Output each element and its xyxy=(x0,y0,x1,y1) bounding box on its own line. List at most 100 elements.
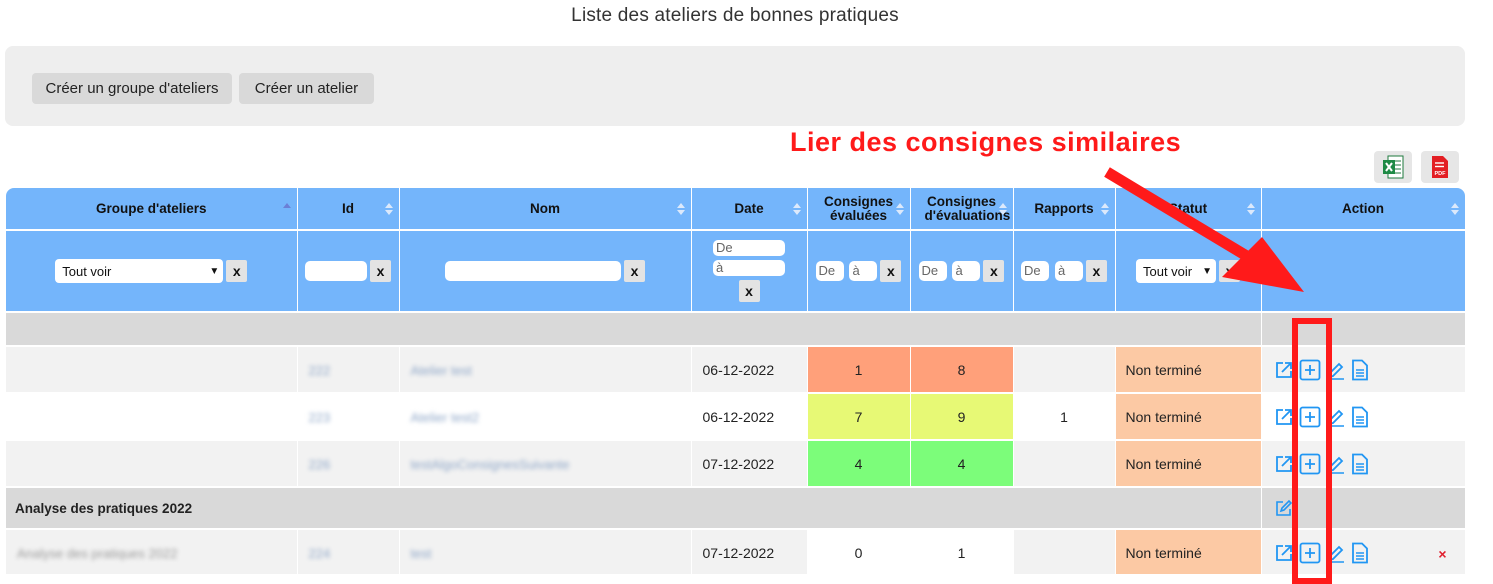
group-label: Analyse des pratiques 2022 xyxy=(6,487,1262,530)
rapports-to-input[interactable]: à xyxy=(1054,261,1083,281)
edit-group-icon[interactable] xyxy=(1274,498,1294,518)
document-icon[interactable] xyxy=(1351,542,1369,564)
sort-icon xyxy=(1246,203,1255,215)
filter-nom: x xyxy=(399,230,692,313)
col-header-id[interactable]: Id xyxy=(297,188,400,231)
edit-pencil-icon[interactable] xyxy=(1326,543,1346,563)
edit-pencil-icon[interactable] xyxy=(1326,454,1346,474)
cell-consignes-evaluees: 4 xyxy=(807,440,911,488)
col-header-nom[interactable]: Nom xyxy=(399,188,692,231)
cell-consignes-evaluees: 0 xyxy=(807,529,911,574)
col-header-groupe[interactable]: Groupe d'ateliers xyxy=(6,188,298,231)
open-external-icon[interactable] xyxy=(1274,407,1294,427)
annotation-label: Lier des consignes similaires xyxy=(790,127,1182,157)
sort-asc-icon xyxy=(282,203,291,208)
consignes-evaluations-from-input[interactable]: De xyxy=(918,261,947,281)
link-consignes-plus-icon[interactable] xyxy=(1299,359,1321,381)
edit-pencil-icon[interactable] xyxy=(1326,360,1346,380)
chevron-down-icon: ▼ xyxy=(209,265,220,277)
cell-id: 222 xyxy=(308,362,331,378)
col-header-consignes-evaluees[interactable]: Consignes évaluées xyxy=(807,188,911,231)
cell-consignes-evaluees: 7 xyxy=(807,393,911,441)
sort-icon xyxy=(1100,203,1109,215)
clear-id-filter-button[interactable]: x xyxy=(370,260,391,282)
link-consignes-plus-icon[interactable] xyxy=(1299,453,1321,475)
cell-nom: Atelier test xyxy=(410,362,472,378)
cell-actions xyxy=(1261,440,1465,488)
cell-id: 224 xyxy=(308,545,331,561)
cell-rapports xyxy=(1013,529,1116,574)
cell-nom: test xyxy=(410,545,432,561)
cell-actions xyxy=(1261,346,1465,394)
cell-statut: Non terminé xyxy=(1115,346,1262,394)
col-header-statut[interactable]: Statut xyxy=(1115,188,1262,231)
cell-groupe: Analyse des pratiques 2022 xyxy=(17,545,178,561)
sort-icon xyxy=(895,203,904,215)
col-header-consignes-evaluations[interactable]: Consignes d'évaluations xyxy=(910,188,1014,231)
filter-action xyxy=(1261,230,1465,313)
id-filter-input[interactable] xyxy=(305,261,367,281)
date-to-input[interactable]: à xyxy=(713,260,785,276)
excel-icon xyxy=(1383,155,1404,179)
edit-pencil-icon[interactable] xyxy=(1326,407,1346,427)
sort-icon xyxy=(1450,203,1459,215)
document-icon[interactable] xyxy=(1351,453,1369,475)
export-excel-button[interactable] xyxy=(1374,151,1412,183)
pdf-icon: PDF xyxy=(1432,156,1448,178)
table-row[interactable]: 223 Atelier test2 06-12-2022 7 9 1 Non t… xyxy=(6,393,1465,441)
open-external-icon[interactable] xyxy=(1274,360,1294,380)
cell-statut: Non terminé xyxy=(1115,393,1262,441)
filter-date: De à x xyxy=(691,230,808,313)
cell-date: 07-12-2022 xyxy=(691,440,808,488)
col-header-rapports[interactable]: Rapports xyxy=(1013,188,1116,231)
consignes-evaluees-from-input[interactable]: De xyxy=(815,261,844,281)
create-atelier-button[interactable]: Créer un atelier xyxy=(239,73,374,104)
cell-id: 223 xyxy=(308,409,331,425)
sort-icon xyxy=(384,203,393,215)
sort-icon xyxy=(998,203,1007,215)
groupe-filter-select[interactable]: Tout voir ▼ xyxy=(55,259,224,283)
date-from-input[interactable]: De xyxy=(713,240,785,256)
rapports-from-input[interactable]: De xyxy=(1021,261,1050,281)
clear-statut-filter-button[interactable]: x xyxy=(1219,260,1240,282)
open-external-icon[interactable] xyxy=(1274,454,1294,474)
filter-groupe: Tout voir ▼ x xyxy=(6,230,298,313)
nom-filter-input[interactable] xyxy=(445,261,621,281)
document-icon[interactable] xyxy=(1351,406,1369,428)
table-row[interactable]: 226 testAlgoConsignesSuivante 07-12-2022… xyxy=(6,440,1465,488)
link-consignes-plus-icon[interactable] xyxy=(1299,542,1321,564)
statut-filter-select[interactable]: Tout voir ▼ xyxy=(1136,259,1216,283)
cell-date: 06-12-2022 xyxy=(691,393,808,441)
col-header-action[interactable]: Action xyxy=(1261,188,1465,231)
page-title: Liste des ateliers de bonnes pratiques xyxy=(571,5,899,26)
filter-consignes-evaluations: De àx xyxy=(910,230,1014,313)
table-row[interactable]: Analyse des pratiques 2022 224 test 07-1… xyxy=(6,529,1465,574)
cell-consignes-evaluations: 9 xyxy=(910,393,1014,441)
clear-nom-filter-button[interactable]: x xyxy=(624,260,645,282)
table-row[interactable]: 222 Atelier test 06-12-2022 1 8 Non term… xyxy=(6,346,1465,394)
sort-icon xyxy=(676,203,685,215)
create-group-button[interactable]: Créer un groupe d'ateliers xyxy=(32,73,232,104)
open-external-icon[interactable] xyxy=(1274,543,1294,563)
col-header-date[interactable]: Date xyxy=(691,188,808,231)
filter-statut: Tout voir ▼ x xyxy=(1115,230,1262,313)
filter-row: Tout voir ▼ x x x De à x De àx De àx De … xyxy=(6,230,1465,313)
cell-date: 06-12-2022 xyxy=(691,346,808,394)
cell-date: 07-12-2022 xyxy=(691,529,808,574)
cell-consignes-evaluations: 8 xyxy=(910,346,1014,394)
link-consignes-plus-icon[interactable] xyxy=(1299,406,1321,428)
cell-rapports xyxy=(1013,346,1116,394)
cell-rapports: 1 xyxy=(1013,393,1116,441)
clear-date-filter-button[interactable]: x xyxy=(738,280,760,302)
consignes-evaluations-to-input[interactable]: à xyxy=(952,261,981,281)
delete-icon[interactable]: × xyxy=(1438,546,1446,562)
consignes-evaluees-to-input[interactable]: à xyxy=(849,261,878,281)
cell-id: 226 xyxy=(308,456,331,472)
clear-consignes-evaluations-button[interactable]: x xyxy=(983,260,1005,282)
group-header-row: Analyse des pratiques 2022 xyxy=(6,487,1465,530)
clear-groupe-filter-button[interactable]: x xyxy=(226,260,248,282)
clear-rapports-button[interactable]: x xyxy=(1085,260,1107,282)
document-icon[interactable] xyxy=(1351,359,1369,381)
export-pdf-button[interactable]: PDF xyxy=(1421,151,1459,183)
clear-consignes-evaluees-button[interactable]: x xyxy=(880,260,902,282)
